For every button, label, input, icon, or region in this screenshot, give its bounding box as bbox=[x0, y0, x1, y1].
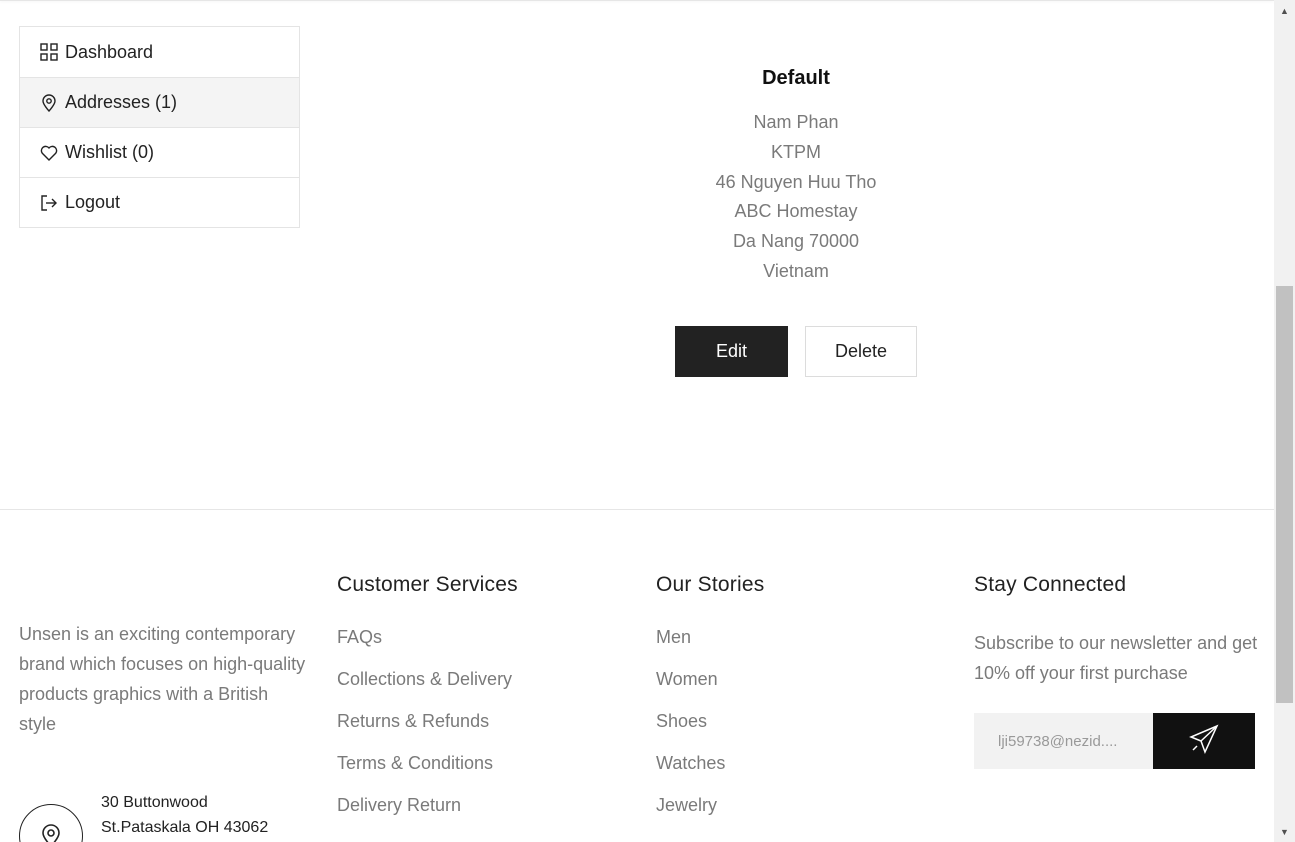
sidebar-item-label: Wishlist (0) bbox=[65, 142, 154, 162]
footer-link-returns-refunds[interactable]: Returns & Refunds bbox=[337, 711, 617, 732]
footer-about-text: Unsen is an exciting contemporary brand … bbox=[19, 624, 306, 734]
footer-location: 30 Buttonwood St.Pataskala OH 43062 bbox=[19, 790, 268, 842]
header-divider bbox=[0, 0, 1274, 1]
logout-icon bbox=[40, 194, 58, 212]
sidebar-item-logout[interactable]: Logout bbox=[20, 177, 299, 227]
scrollbar-thumb[interactable] bbox=[1276, 286, 1293, 703]
sidebar-item-label: Addresses (1) bbox=[65, 92, 178, 112]
footer-link-women[interactable]: Women bbox=[656, 669, 936, 690]
map-pin-icon bbox=[19, 804, 83, 842]
address-title: Default bbox=[762, 67, 830, 89]
footer-link-faqs[interactable]: FAQs bbox=[337, 627, 617, 648]
footer-column-title: Stay Connected bbox=[974, 573, 1127, 596]
newsletter-email-input[interactable] bbox=[974, 713, 1153, 769]
footer-customer-services: Customer Services FAQs Collections & Del… bbox=[337, 570, 617, 837]
footer-address-line: St.Pataskala OH 43062 bbox=[101, 819, 269, 836]
footer-address-line: 30 Buttonwood bbox=[101, 794, 208, 811]
footer-link-men[interactable]: Men bbox=[656, 627, 936, 648]
address-line: KTPM bbox=[770, 141, 821, 162]
footer-address: 30 Buttonwood St.Pataskala OH 43062 bbox=[101, 790, 268, 842]
footer-link-jewelry[interactable]: Jewelry bbox=[656, 795, 936, 816]
paper-plane-icon bbox=[1189, 724, 1219, 759]
address-line: ABC Homestay bbox=[734, 201, 858, 222]
grid-icon bbox=[40, 43, 58, 61]
newsletter-text: Subscribe to our newsletter and get 10% … bbox=[974, 633, 1258, 683]
sidebar-item-label: Dashboard bbox=[65, 41, 154, 62]
newsletter-submit-button[interactable] bbox=[1153, 713, 1255, 769]
footer-stay-connected: Stay Connected Subscribe to our newslett… bbox=[974, 570, 1259, 688]
address-line: Nam Phan bbox=[753, 112, 839, 132]
newsletter-form bbox=[974, 713, 1255, 769]
sidebar-item-dashboard[interactable]: Dashboard bbox=[20, 27, 299, 77]
sidebar-item-label: Logout bbox=[65, 192, 121, 212]
footer-link-delivery-return[interactable]: Delivery Return bbox=[337, 795, 617, 816]
footer-column-title: Our Stories bbox=[656, 573, 765, 596]
footer-link-watches[interactable]: Watches bbox=[656, 753, 936, 774]
scroll-up-arrow-icon[interactable]: ▲ bbox=[1274, 2, 1295, 19]
account-sidebar: Dashboard Addresses (1) Wishlist (0) Log… bbox=[19, 26, 300, 228]
delete-button[interactable]: Delete bbox=[805, 326, 917, 377]
footer-link-terms-conditions[interactable]: Terms & Conditions bbox=[337, 753, 617, 774]
address-lines: Nam Phan KTPM 46 Nguyen Huu Tho ABC Home… bbox=[596, 108, 996, 287]
footer-link-collections-delivery[interactable]: Collections & Delivery bbox=[337, 669, 617, 690]
footer-our-stories: Our Stories Men Women Shoes Watches Jewe… bbox=[656, 570, 936, 837]
address-line: 46 Nguyen Huu Tho bbox=[715, 171, 877, 192]
address-actions: Edit Delete bbox=[675, 326, 917, 377]
footer-divider bbox=[0, 509, 1274, 510]
scroll-down-arrow-icon[interactable]: ▼ bbox=[1274, 823, 1295, 840]
address-line: Da Nang 70000 bbox=[732, 231, 860, 252]
page-scrollbar[interactable]: ▲ ▼ bbox=[1274, 0, 1295, 842]
default-address-card: Default Nam Phan KTPM 46 Nguyen Huu Tho … bbox=[596, 62, 996, 287]
sidebar-item-wishlist[interactable]: Wishlist (0) bbox=[20, 127, 299, 177]
heart-icon bbox=[40, 144, 58, 162]
footer-link-shoes[interactable]: Shoes bbox=[656, 711, 936, 732]
page: Dashboard Addresses (1) Wishlist (0) Log… bbox=[0, 0, 1274, 842]
map-pin-icon bbox=[40, 93, 58, 112]
address-line: Vietnam bbox=[763, 260, 829, 281]
edit-button[interactable]: Edit bbox=[675, 326, 788, 377]
sidebar-item-addresses[interactable]: Addresses (1) bbox=[20, 77, 299, 127]
footer-column-title: Customer Services bbox=[337, 573, 518, 596]
